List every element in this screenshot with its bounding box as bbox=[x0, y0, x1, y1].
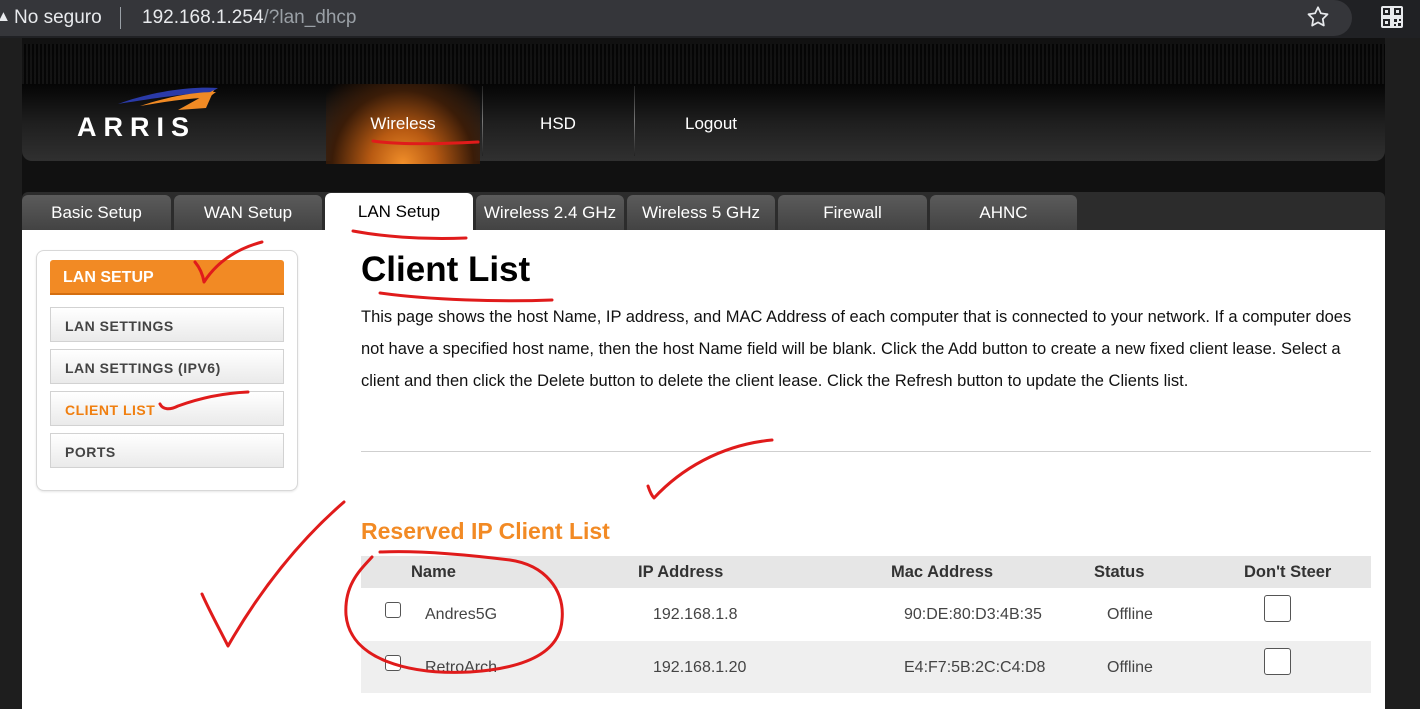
table-row[interactable]: RetroArch 192.168.1.20 E4:F7:5B:2C:C4:D8… bbox=[361, 641, 1371, 693]
warning-icon[interactable]: ▲ bbox=[0, 8, 11, 25]
table-row[interactable]: Andres5G 192.168.1.8 90:DE:80:D3:4B:35 O… bbox=[361, 588, 1371, 640]
page-header: ARRIS Wireless HSD Logout bbox=[22, 44, 1385, 164]
tab-ahnc[interactable]: AHNC bbox=[930, 195, 1077, 230]
sidebar-title: LAN SETUP bbox=[50, 260, 284, 295]
arris-logo: ARRIS bbox=[72, 84, 232, 144]
client-ip: 192.168.1.8 bbox=[653, 606, 738, 623]
nav-logout[interactable]: Logout bbox=[634, 84, 788, 164]
client-ip: 192.168.1.20 bbox=[653, 659, 747, 676]
column-header-dont-steer: Don't Steer bbox=[1244, 563, 1332, 581]
page-title: Client List bbox=[361, 250, 531, 289]
client-name: RetroArch bbox=[425, 659, 498, 676]
column-header-status: Status bbox=[1094, 563, 1145, 581]
url-host: 192.168.1.254 bbox=[142, 7, 264, 28]
page-description: This page shows the host Name, IP addres… bbox=[361, 308, 1352, 390]
main-content: LAN SETUP LAN SETTINGS LAN SETTINGS (IPV… bbox=[22, 230, 1385, 709]
tab-firewall[interactable]: Firewall bbox=[778, 195, 927, 230]
sidebar: LAN SETUP LAN SETTINGS LAN SETTINGS (IPV… bbox=[36, 250, 298, 491]
section-title: Reserved IP Client List bbox=[361, 518, 610, 544]
sidebar-item-ports[interactable]: PORTS bbox=[50, 433, 284, 468]
sidebar-item-lan-settings[interactable]: LAN SETTINGS bbox=[50, 307, 284, 342]
logo-swoosh-icon bbox=[118, 87, 218, 110]
nav-wireless[interactable]: Wireless bbox=[326, 84, 480, 164]
logo-text: ARRIS bbox=[77, 112, 197, 142]
client-mac: 90:DE:80:D3:4B:35 bbox=[904, 606, 1042, 623]
router-page: ARRIS Wireless HSD Logout Basic Setup WA… bbox=[22, 38, 1385, 709]
client-mac: E4:F7:5B:2C:C4:D8 bbox=[904, 659, 1046, 676]
tab-wireless-5[interactable]: Wireless 5 GHz bbox=[627, 195, 775, 230]
security-label[interactable]: No seguro bbox=[14, 7, 102, 29]
column-header-mac: Mac Address bbox=[891, 563, 994, 581]
row-select-checkbox[interactable] bbox=[385, 602, 401, 618]
divider bbox=[361, 451, 1371, 452]
sidebar-item-lan-settings-ipv6[interactable]: LAN SETTINGS (IPV6) bbox=[50, 349, 284, 384]
table-header: Name IP Address Mac Address Status Don't… bbox=[361, 556, 1371, 588]
address-divider bbox=[120, 7, 121, 29]
address-bar[interactable]: ▲ No seguro 192.168.1.254/?lan_dhcp bbox=[0, 0, 1352, 36]
column-header-name: Name bbox=[411, 563, 456, 581]
tab-wan-setup[interactable]: WAN Setup bbox=[174, 195, 322, 230]
url-path: /?lan_dhcp bbox=[263, 7, 357, 28]
client-name: Andres5G bbox=[425, 606, 498, 623]
tab-wireless-24[interactable]: Wireless 2.4 GHz bbox=[476, 195, 624, 230]
tab-basic-setup[interactable]: Basic Setup bbox=[22, 195, 171, 230]
client-status: Offline bbox=[1107, 606, 1153, 623]
tab-lan-setup[interactable]: LAN Setup bbox=[325, 193, 473, 230]
dont-steer-checkbox[interactable] bbox=[1264, 595, 1291, 622]
url-text[interactable]: 192.168.1.254/?lan_dhcp bbox=[142, 7, 356, 29]
client-status: Offline bbox=[1107, 659, 1153, 676]
column-header-ip: IP Address bbox=[638, 563, 724, 581]
browser-toolbar: ▲ No seguro 192.168.1.254/?lan_dhcp bbox=[0, 0, 1420, 38]
dont-steer-checkbox[interactable] bbox=[1264, 648, 1291, 675]
sidebar-item-client-list[interactable]: CLIENT LIST bbox=[50, 391, 284, 426]
nav-hsd[interactable]: HSD bbox=[481, 84, 635, 164]
qr-code-icon[interactable] bbox=[1380, 5, 1404, 29]
bookmark-star-icon[interactable] bbox=[1305, 4, 1331, 30]
row-select-checkbox[interactable] bbox=[385, 655, 401, 671]
